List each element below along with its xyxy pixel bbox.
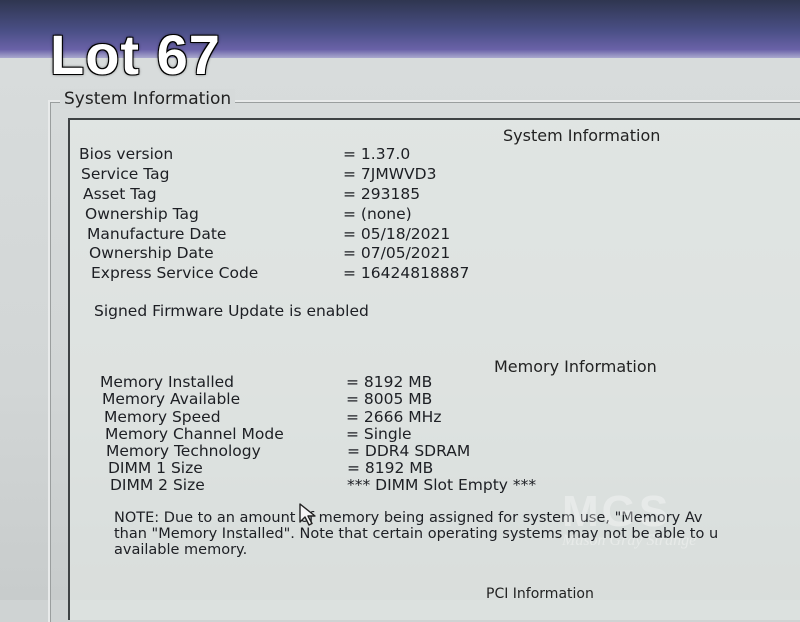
- row-value: = 1.37.0: [343, 145, 411, 163]
- row-value: = (none): [343, 205, 412, 223]
- row-label: Asset Tag: [83, 185, 157, 203]
- row-label: Ownership Date: [89, 244, 214, 262]
- row-value: = 05/18/2021: [343, 225, 451, 243]
- row-value: = 16424818887: [343, 264, 470, 282]
- row-label: Memory Available: [102, 390, 241, 408]
- row-value: = 8005 MB: [346, 390, 433, 408]
- row-value: = Single: [346, 425, 412, 443]
- mouse-pointer-icon: [299, 503, 316, 526]
- row-label: Service Tag: [81, 165, 170, 183]
- watermark-logo: MGS Mason Gray Strange: [562, 490, 762, 570]
- row-value: = DDR4 SDRAM: [347, 442, 471, 460]
- row-label: Express Service Code: [91, 264, 259, 282]
- row-value: = 07/05/2021: [343, 244, 451, 262]
- row-value: *** DIMM Slot Empty ***: [347, 476, 537, 494]
- row-label: Manufacture Date: [87, 225, 227, 243]
- row-label: Bios version: [79, 145, 174, 163]
- lot-label: Lot 67: [50, 23, 221, 86]
- row-value: = 293185: [343, 185, 421, 203]
- watermark-brand: MGS: [562, 487, 672, 536]
- row-label: DIMM 2 Size: [110, 476, 205, 494]
- row-label: DIMM 1 Size: [108, 459, 203, 477]
- watermark-name: Mason Gray Strange: [562, 532, 697, 549]
- row-label: Memory Installed: [100, 373, 234, 391]
- row-value: = 2666 MHz: [346, 408, 442, 426]
- row-label: Ownership Tag: [85, 205, 199, 223]
- group-title: System Information: [60, 89, 236, 109]
- row-value: = 8192 MB: [347, 459, 434, 477]
- system-info-heading: System Information: [503, 126, 661, 145]
- memory-info-heading: Memory Information: [494, 357, 657, 376]
- row-value: = 8192 MB: [346, 373, 433, 391]
- signed-firmware-status: Signed Firmware Update is enabled: [94, 302, 369, 320]
- row-label: Memory Channel Mode: [105, 425, 284, 443]
- row-label: Memory Technology: [106, 442, 261, 460]
- row-value: = 7JMWVD3: [343, 165, 437, 183]
- row-label: Memory Speed: [104, 408, 221, 426]
